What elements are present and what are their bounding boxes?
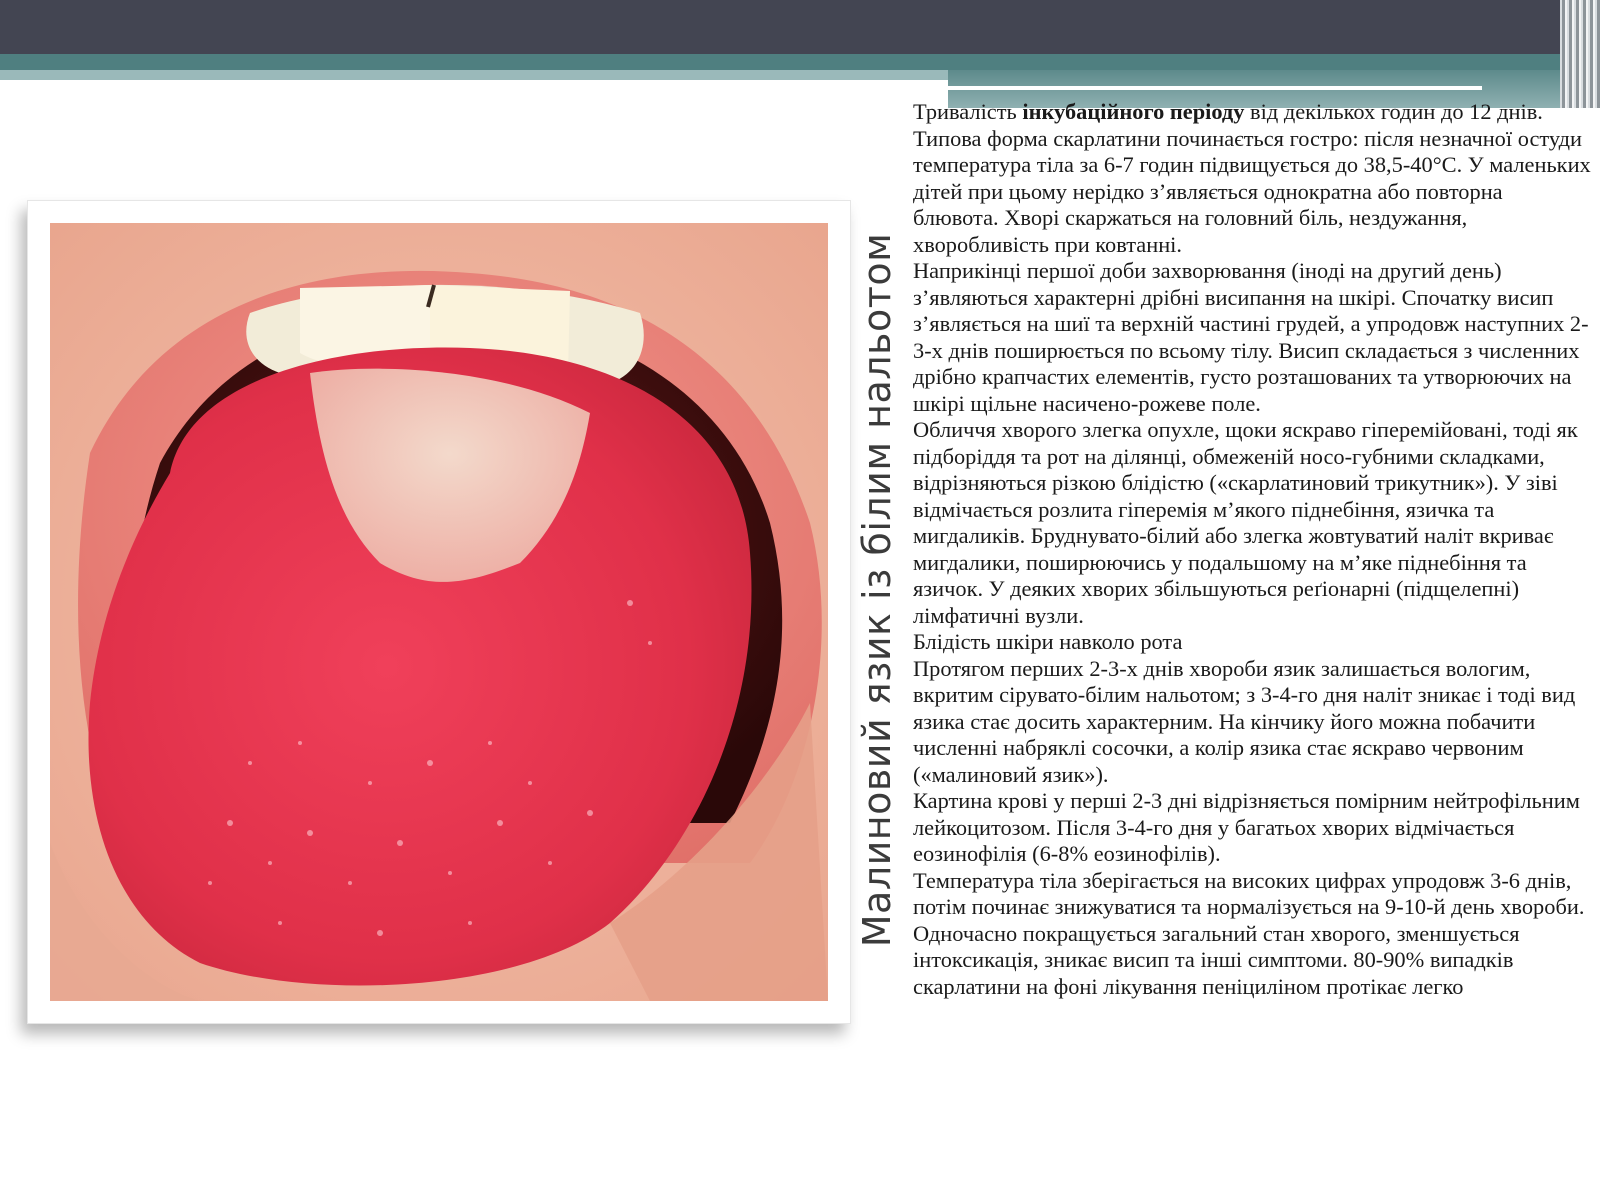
header-bar <box>0 0 1600 54</box>
term-incubation-period: інкубаційного періоду <box>1022 99 1245 124</box>
paragraph-tongue: Протягом перших 2-3-х днів хвороби язик … <box>913 655 1576 787</box>
paragraph-temperature: Температура тіла зберігається на високих… <box>913 867 1585 999</box>
header-accent-bar <box>0 54 1600 70</box>
header-divider-line <box>948 86 1482 90</box>
paragraph-blood: Картина крові у перші 2-3 дні відрізняєт… <box>913 788 1580 866</box>
paragraph-pallor: Блідість шкіри навколо рота <box>913 629 1183 654</box>
tongue-photo <box>50 223 828 1001</box>
photo-frame <box>27 200 851 1024</box>
photo-caption-text: Малиновий язик із білим нальотом <box>855 232 899 948</box>
header-light-bar <box>0 70 948 80</box>
paragraph-rash: Наприкінці першої доби захворювання (іно… <box>913 258 1589 416</box>
description-text: Тривалість інкубаційного періоду від дек… <box>913 99 1593 1000</box>
decorative-stripes <box>1560 0 1600 108</box>
paragraph-face: Обличчя хворого злегка опухле, щоки яскр… <box>913 417 1578 628</box>
tongue-illustration <box>50 223 828 1001</box>
paragraph-incubation: Тривалість інкубаційного періоду від дек… <box>913 99 1591 257</box>
